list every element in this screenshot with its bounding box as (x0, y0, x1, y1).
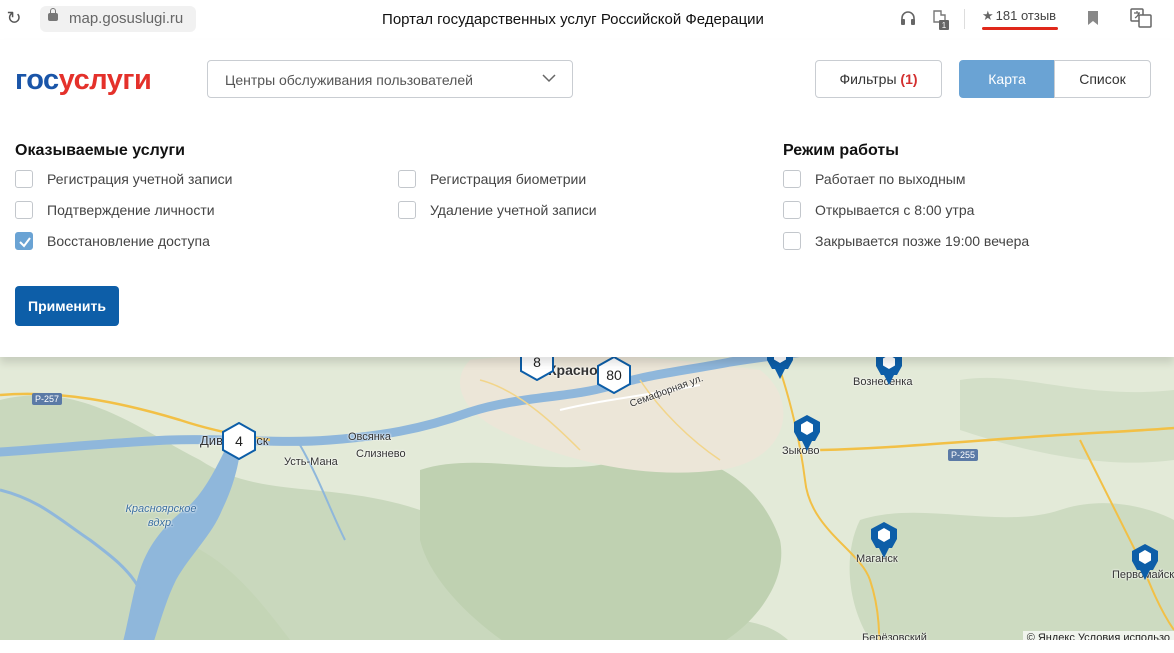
map-label: Усть-Мана (284, 456, 338, 468)
bottom-strip (0, 640, 1174, 653)
cluster-count: 4 (235, 433, 243, 449)
translate-icon[interactable] (1130, 7, 1152, 29)
map-label: Слизнево (356, 448, 406, 460)
map-cluster[interactable]: 4 (221, 421, 257, 461)
filter-panel (0, 40, 1174, 357)
reviews-underline (982, 27, 1058, 30)
map-water-label: Красноярское вдхр. (125, 503, 197, 529)
map-pin[interactable] (793, 414, 821, 452)
headphones-icon[interactable] (899, 9, 917, 27)
extension-icon[interactable]: 1 (930, 8, 950, 30)
logo-part-gos: гос (15, 64, 59, 96)
toolbar-separator (964, 9, 965, 29)
map-terrain (0, 340, 1174, 653)
road-label: Р-257 (32, 393, 63, 405)
map-label: Краснo (548, 362, 598, 378)
logo-part-uslugi: услуги (58, 64, 152, 96)
browser-toolbar: ↻ map.gosuslugi.ru Портал государственны… (0, 0, 1174, 41)
svg-text:1: 1 (942, 21, 947, 30)
bookmark-icon[interactable] (1088, 11, 1098, 25)
map-pin[interactable] (870, 521, 898, 559)
reviews-count: 181 отзыв (995, 8, 1057, 23)
page-title: Портал государственных услуг Российской … (382, 11, 764, 28)
star-icon: ★ (982, 8, 994, 23)
map-label: Овсянка (348, 431, 391, 443)
map[interactable]: Р-257 Р-255 Краснo Вознесенка Зыково Див… (0, 340, 1174, 653)
map-pin[interactable] (1131, 543, 1159, 581)
gosuslugi-logo[interactable]: госуслуги (15, 63, 152, 97)
reviews-link[interactable]: ★ 181 отзыв (982, 8, 1056, 24)
cluster-count: 80 (606, 367, 622, 383)
road-label: Р-255 (948, 449, 979, 461)
map-cluster[interactable]: 80 (596, 355, 632, 395)
